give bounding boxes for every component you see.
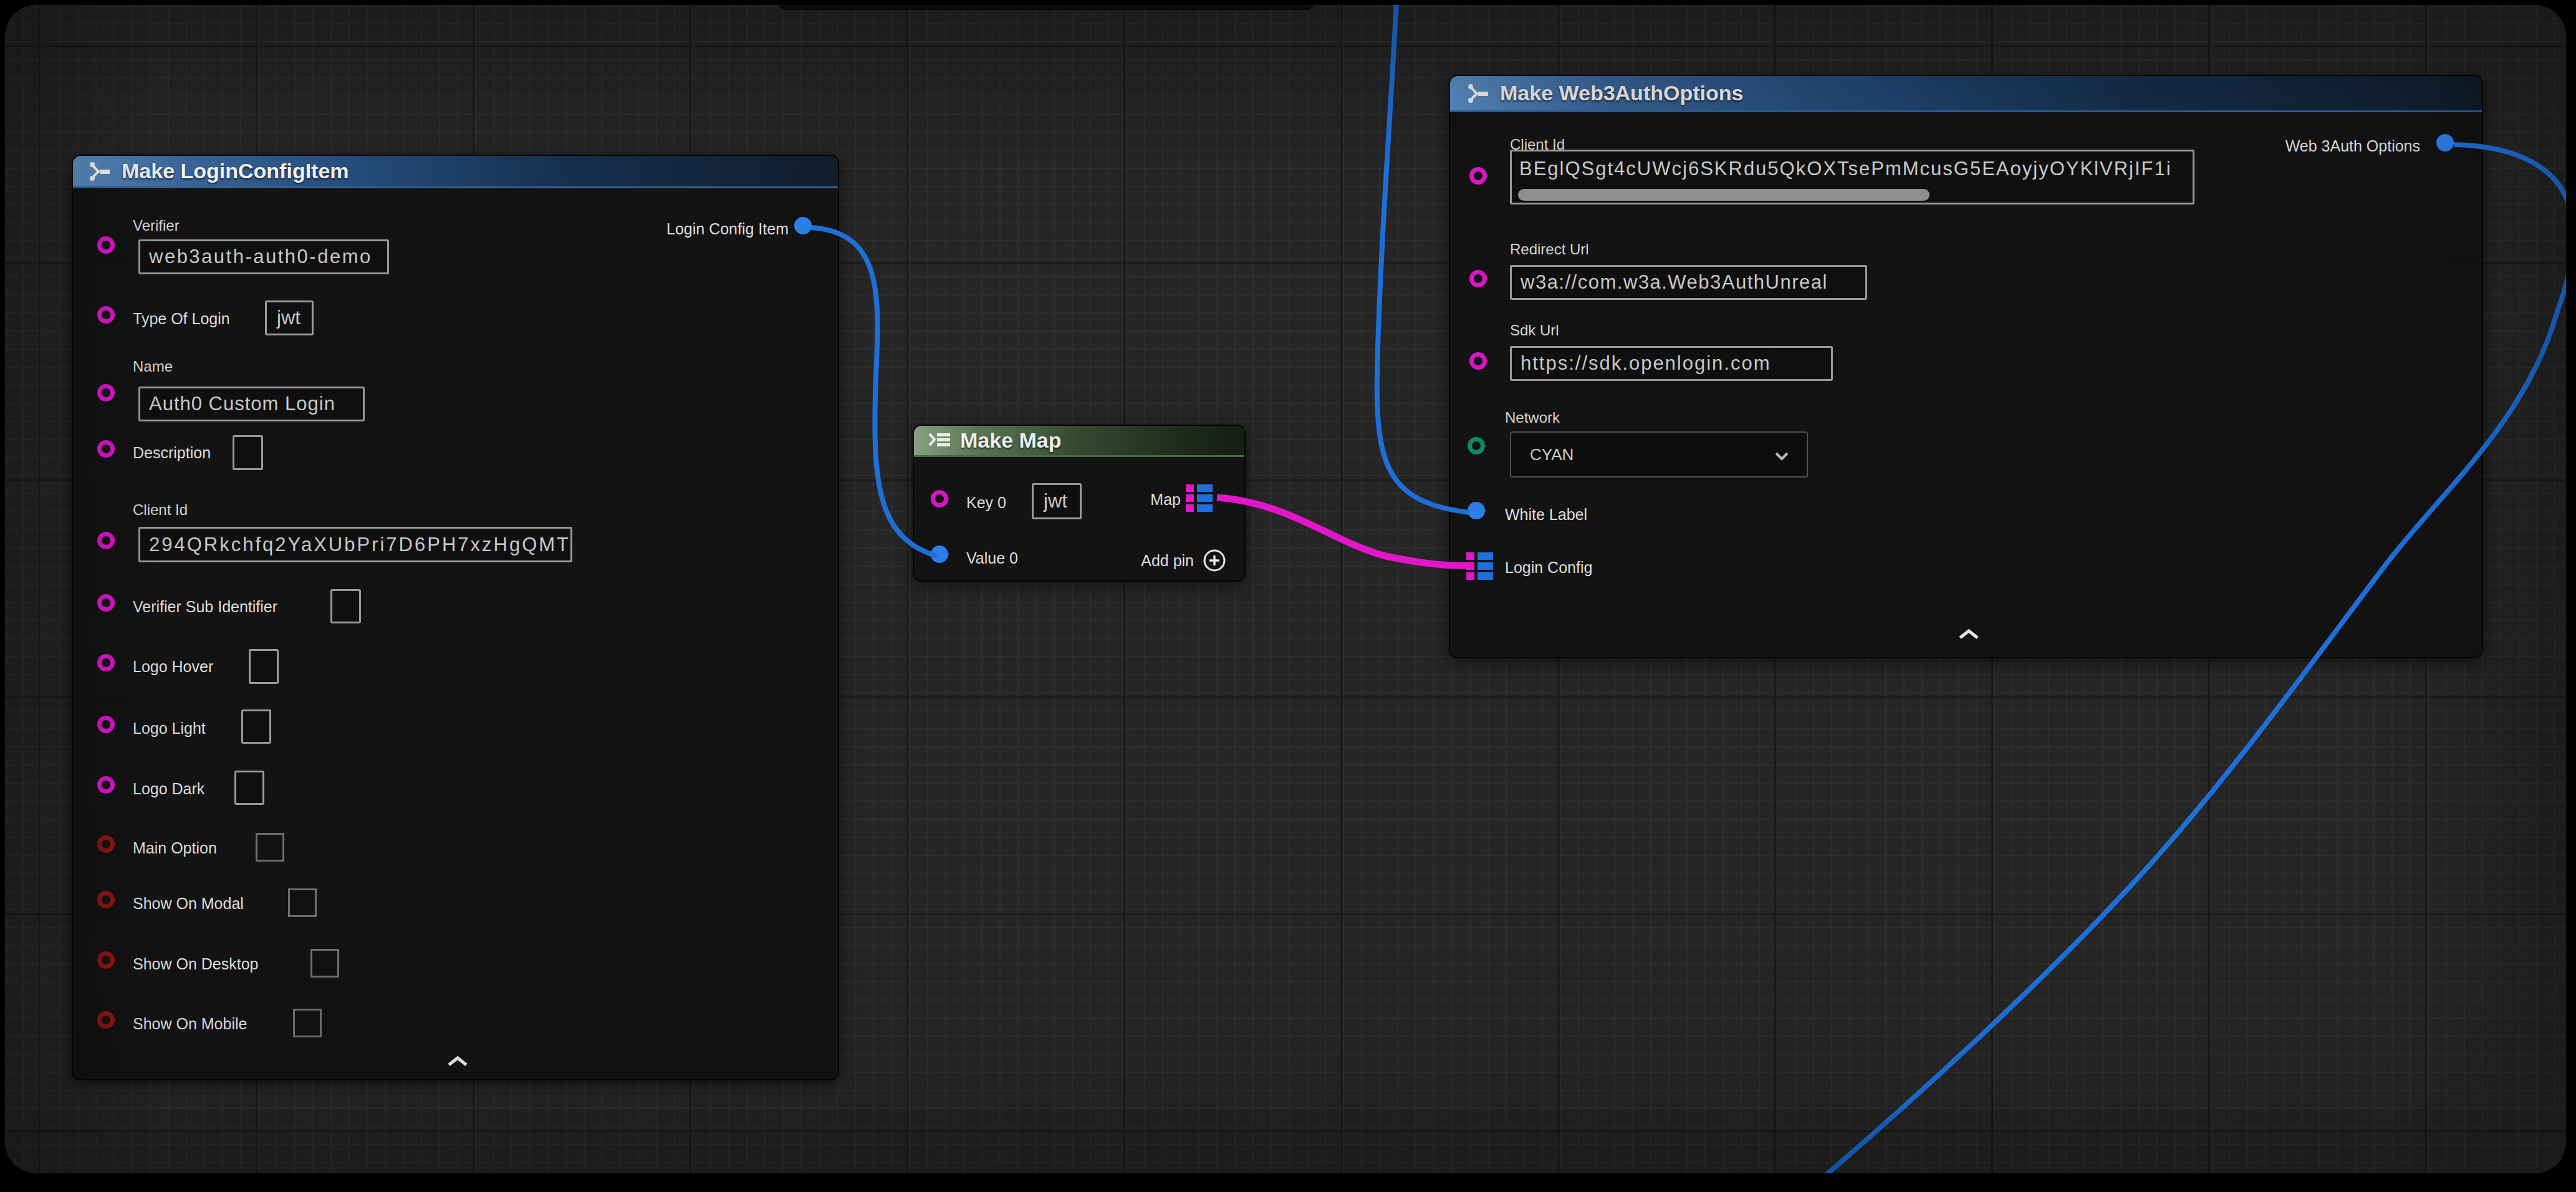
client-id-input[interactable]: 294QRkchfq2YaXUbPri7D6PH7xzHgQMT [138,527,572,562]
input-pin-logo-light[interactable] [97,716,115,733]
node-header[interactable]: Make Map [914,426,1244,457]
input-pin-value0[interactable] [931,546,948,563]
pin-label: Show On Mobile [133,1014,247,1034]
chevron-down-icon [1774,451,1789,461]
input-pin-network[interactable] [1468,437,1485,454]
pin-label: Logo Dark [133,779,204,799]
pin-caption: Verifier [133,216,180,235]
input-pin-client-id[interactable] [97,532,115,549]
pin-caption: Network [1505,408,1560,427]
node-make-web3authoptions[interactable]: Make Web3AuthOptions Web 3Auth Options C… [1449,75,2483,658]
input-pin-verifier-sub-identifier[interactable] [97,594,115,612]
output-pin-map[interactable] [1186,484,1216,513]
pin-label: Show On Desktop [133,954,259,974]
description-input[interactable] [233,435,263,470]
pin-label: Map [1113,489,1181,509]
pin-label: Login Config [1505,557,1592,577]
input-pin-verifier[interactable] [97,236,115,254]
input-pin-name[interactable] [97,384,115,401]
pin-caption: Name [133,357,173,376]
pin-label: Main Option [133,838,217,858]
input-pin-logo-dark[interactable] [97,776,115,794]
make-struct-icon [1466,82,1491,105]
main-option-checkbox[interactable] [256,833,284,862]
pin-caption: Sdk Url [1510,321,1559,340]
collapse-button[interactable] [1955,627,1982,642]
input-pin-client-id[interactable] [1469,167,1487,185]
show-on-desktop-checkbox[interactable] [310,949,339,978]
pin-label: Key 0 [966,493,1006,512]
sdk-url-input[interactable]: https://sdk.openlogin.com [1510,346,1833,381]
pin-caption: Client Id [133,501,188,519]
output-pin-label: Web 3Auth Options [2236,136,2420,156]
logo-hover-input[interactable] [249,649,279,684]
input-pin-type-of-login[interactable] [97,306,115,324]
input-pin-show-on-desktop[interactable] [97,951,115,969]
show-on-mobile-checkbox[interactable] [293,1009,322,1037]
pin-label: Show On Modal [133,893,244,913]
pin-label: Description [133,443,211,463]
input-pin-white-label[interactable] [1468,502,1485,519]
input-pin-sdk-url[interactable] [1469,352,1487,370]
node-title: Make Map [960,428,1062,453]
make-map-icon [926,431,953,451]
pin-label: White Label [1505,504,1587,524]
client-id-text: BEglQSgt4cUWcj6SKRdu5QkOXTsePmMcusG5EAoy… [1519,153,2172,185]
add-pin-button[interactable] [1202,548,1227,573]
input-pin-show-on-modal[interactable] [97,891,115,908]
type-of-login-input[interactable]: jwt [265,300,314,335]
client-id-input[interactable]: BEglQSgt4cUWcj6SKRdu5QkOXTsePmMcusG5EAoy… [1510,150,2194,204]
input-pin-main-option[interactable] [97,835,115,853]
pin-caption: Redirect Url [1510,240,1589,259]
add-pin-label: Add pin [1089,550,1194,570]
output-pin-label: Login Config Item [634,219,789,239]
input-pin-show-on-mobile[interactable] [97,1011,115,1029]
logo-light-input[interactable] [241,709,271,744]
blueprint-graph-canvas[interactable]: Make LoginConfigItem Login Config Item V… [5,5,2566,1173]
network-dropdown[interactable]: CYAN [1510,431,1808,478]
chevron-up-icon [1955,627,1982,642]
collapse-button[interactable] [444,1054,471,1069]
pin-label: Type Of Login [133,309,230,329]
node-title: Make LoginConfigItem [122,159,349,183]
input-pin-key0[interactable] [931,490,948,507]
node-make-map[interactable]: Make Map Key 0 jwt Map Value 0 Add pin [913,425,1246,582]
logo-dark-input[interactable] [234,771,264,805]
input-pin-login-config[interactable] [1466,552,1496,581]
redirect-url-input[interactable]: w3a://com.w3a.Web3AuthUnreal [1510,265,1867,300]
network-dropdown-value: CYAN [1530,445,1574,464]
chevron-up-icon [444,1054,471,1069]
node-header[interactable]: Make LoginConfigItem [73,156,838,188]
show-on-modal-checkbox[interactable] [288,888,317,917]
offscreen-node-partial[interactable] [778,5,1314,10]
wire-map-to-loginconfig [1217,497,1471,565]
input-pin-logo-hover[interactable] [97,654,115,671]
node-header[interactable]: Make Web3AuthOptions [1450,76,2482,112]
node-title: Make Web3AuthOptions [1500,81,1743,105]
verifier-input[interactable]: web3auth-auth0-demo [138,239,389,274]
key0-input[interactable]: jwt [1032,483,1082,519]
pin-label: Logo Light [133,718,206,738]
pin-label: Verifier Sub Identifier [133,597,277,617]
input-pin-redirect-url[interactable] [1469,270,1487,287]
pin-label: Logo Hover [133,656,213,676]
plus-circle-icon [1202,548,1227,573]
verifier-sub-identifier-input[interactable] [330,589,361,623]
output-pin-login-config-item[interactable] [794,217,812,234]
output-pin-web3auth-options[interactable] [2436,134,2454,151]
input-pin-description[interactable] [97,440,115,458]
horizontal-scrollbar[interactable] [1518,189,1930,201]
pin-label: Value 0 [966,548,1018,568]
node-make-loginconfigitem[interactable]: Make LoginConfigItem Login Config Item V… [72,155,839,1080]
name-input[interactable]: Auth0 Custom Login [138,387,365,421]
make-struct-icon [88,160,113,183]
